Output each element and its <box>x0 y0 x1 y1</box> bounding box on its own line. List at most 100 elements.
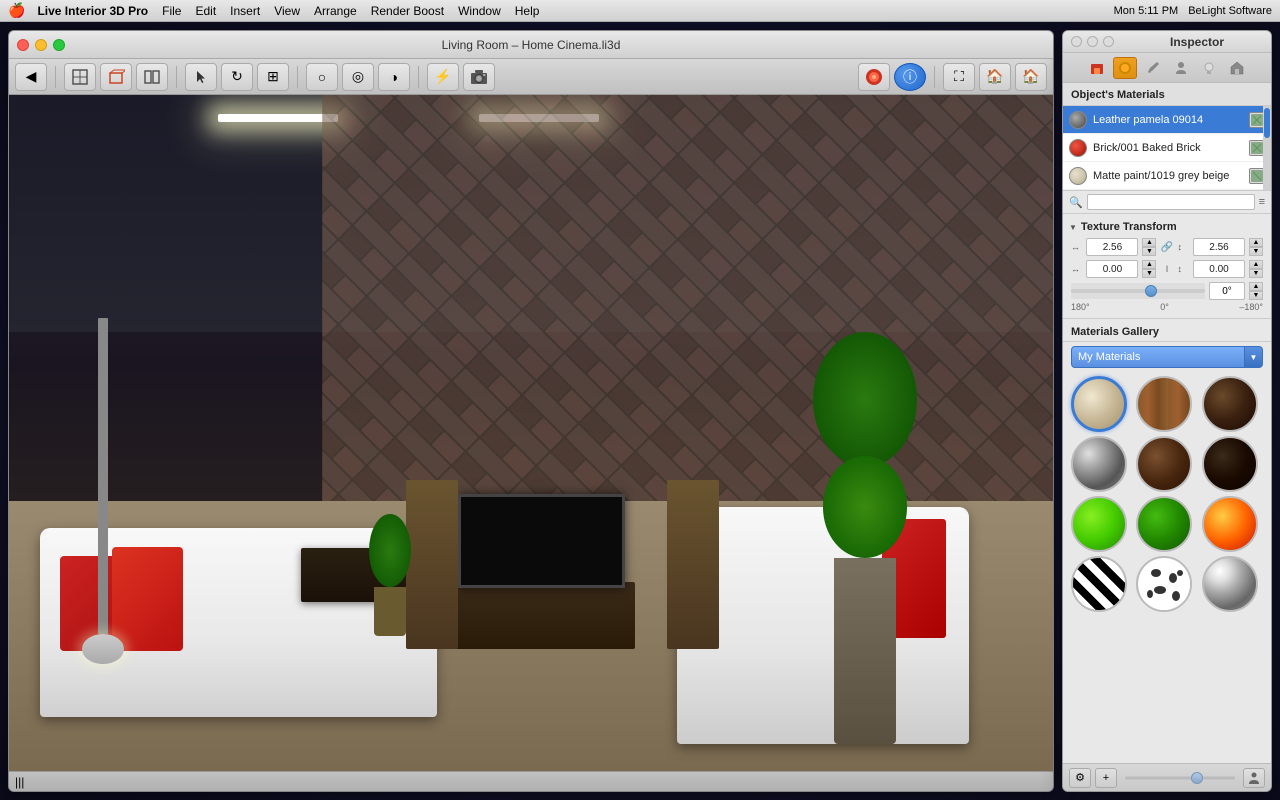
material-ball-dalmatian[interactable] <box>1136 556 1192 612</box>
material-ball-zebra[interactable] <box>1071 556 1127 612</box>
material-ball-green-dark[interactable] <box>1136 496 1192 552</box>
material-ball-wood1[interactable] <box>1136 376 1192 432</box>
oval-tool[interactable]: ◎ <box>342 63 374 91</box>
cursor-button[interactable] <box>185 63 217 91</box>
inspector-person-button[interactable] <box>1243 768 1265 788</box>
menu-edit[interactable]: Edit <box>195 4 216 18</box>
width-down[interactable]: ▼ <box>1142 247 1156 256</box>
toolbar-sep-3 <box>297 66 298 88</box>
back-button[interactable]: ◀ <box>15 63 47 91</box>
half-circle-tool[interactable]: ◑ <box>378 63 410 91</box>
menu-arrange[interactable]: Arrange <box>314 4 357 18</box>
material-ball-brown[interactable] <box>1136 436 1192 492</box>
menu-file[interactable]: File <box>162 4 181 18</box>
offset-y-input[interactable] <box>1193 260 1245 278</box>
height-up[interactable]: ▲ <box>1249 238 1263 247</box>
tab-edit[interactable] <box>1141 57 1165 79</box>
texture-transform-section: ▼ Texture Transform ↔ ▲ ▼ 🔗 ↕ ▲ <box>1063 214 1271 319</box>
materials-section-header: Object's Materials <box>1063 83 1271 106</box>
inspector-titlebar: Inspector <box>1063 31 1271 53</box>
height-stepper[interactable]: ▲ ▼ <box>1249 238 1263 256</box>
width-input[interactable] <box>1086 238 1138 256</box>
menu-app-name[interactable]: Live Interior 3D Pro <box>37 4 148 18</box>
apple-menu[interactable]: 🍎 <box>8 2 25 19</box>
maximize-button[interactable] <box>53 39 65 51</box>
offset-x-stepper[interactable]: ▲ ▼ <box>1142 260 1156 278</box>
offset-y-up[interactable]: ▲ <box>1249 260 1263 269</box>
angle-stepper[interactable]: ▲ ▼ <box>1249 282 1263 300</box>
material-ball-dark-wood[interactable] <box>1202 376 1258 432</box>
gallery-select[interactable]: My Materials <box>1071 346 1245 368</box>
material-ball-green-bright[interactable] <box>1071 496 1127 552</box>
gallery-select-arrow[interactable]: ▼ <box>1245 346 1263 368</box>
material-scrollbar[interactable] <box>1263 106 1271 190</box>
rotate-button[interactable]: ↻ <box>221 63 253 91</box>
inspector-body: Object's Materials Leather pamela 09014 <box>1063 83 1271 763</box>
offset-x-up[interactable]: ▲ <box>1142 260 1156 269</box>
inspector-title: Inspector <box>1170 35 1224 49</box>
material-ball-metal[interactable] <box>1071 436 1127 492</box>
search-input[interactable] <box>1087 194 1255 210</box>
view2d-button[interactable]: 🏠 <box>979 63 1011 91</box>
info-button[interactable]: ⓘ <box>894 63 926 91</box>
offset-x-input[interactable] <box>1086 260 1138 278</box>
inspector-close[interactable] <box>1071 36 1082 47</box>
menu-window[interactable]: Window <box>458 4 501 18</box>
fullscreen-button[interactable]: ⛶ <box>943 63 975 91</box>
tab-light[interactable] <box>1197 57 1221 79</box>
tab-room[interactable] <box>1225 57 1249 79</box>
menu-help[interactable]: Help <box>515 4 540 18</box>
material-ball-chrome[interactable] <box>1202 556 1258 612</box>
3d-view-button[interactable] <box>100 63 132 91</box>
offset-y-down[interactable]: ▼ <box>1249 269 1263 278</box>
inspector-add-button[interactable]: + <box>1095 768 1117 788</box>
material-ball-beige[interactable] <box>1071 376 1127 432</box>
gallery-dropdown: My Materials ▼ <box>1071 346 1263 368</box>
angle-input[interactable] <box>1209 282 1245 300</box>
menu-view[interactable]: View <box>274 4 300 18</box>
offset-x-down[interactable]: ▼ <box>1142 269 1156 278</box>
material-ball-dark-brown[interactable] <box>1202 436 1258 492</box>
height-down[interactable]: ▼ <box>1249 247 1263 256</box>
texture-transform-header[interactable]: ▼ Texture Transform <box>1063 218 1271 236</box>
texture-transform-title: Texture Transform <box>1081 221 1177 233</box>
material-list: Leather pamela 09014 Brick/001 Baked Bri… <box>1063 106 1271 191</box>
floor-plan-button[interactable] <box>64 63 96 91</box>
material-item-paint[interactable]: Matte paint/1019 grey beige <box>1063 162 1271 190</box>
search-menu-icon[interactable]: ≡ <box>1259 196 1265 208</box>
inspector-maximize[interactable] <box>1103 36 1114 47</box>
offset-y-icon: ↕ <box>1178 264 1189 274</box>
speaker-right <box>667 480 719 649</box>
slider-thumb[interactable] <box>1145 285 1157 297</box>
inspector-bottom-slider[interactable] <box>1125 770 1235 786</box>
tab-home[interactable] <box>1085 57 1109 79</box>
height-input[interactable] <box>1193 238 1245 256</box>
render-button[interactable] <box>858 63 890 91</box>
split-view-button[interactable] <box>136 63 168 91</box>
width-up[interactable]: ▲ <box>1142 238 1156 247</box>
angle-slider[interactable] <box>1071 283 1205 299</box>
close-button[interactable] <box>17 39 29 51</box>
perspective-button[interactable]: 🏠 <box>1015 63 1047 91</box>
inspector-minimize[interactable] <box>1087 36 1098 47</box>
inspector-gear-button[interactable]: ⚙ <box>1069 768 1091 788</box>
camera-button[interactable] <box>463 63 495 91</box>
material-item-brick[interactable]: Brick/001 Baked Brick <box>1063 134 1271 162</box>
canvas-area[interactable] <box>9 95 1053 771</box>
material-ball-fire[interactable] <box>1202 496 1258 552</box>
material-item-leather[interactable]: Leather pamela 09014 <box>1063 106 1271 134</box>
angle-down[interactable]: ▼ <box>1249 291 1263 300</box>
lightning-tool[interactable]: ⚡ <box>427 63 459 91</box>
menu-render-boost[interactable]: Render Boost <box>371 4 444 18</box>
minimize-button[interactable] <box>35 39 47 51</box>
inspector-tabs <box>1063 53 1271 83</box>
angle-up[interactable]: ▲ <box>1249 282 1263 291</box>
offset-y-stepper[interactable]: ▲ ▼ <box>1249 260 1263 278</box>
tab-person[interactable] <box>1169 57 1193 79</box>
tab-material[interactable] <box>1113 57 1137 79</box>
scale-button[interactable]: ⊞ <box>257 63 289 91</box>
window-title: Living Room – Home Cinema.li3d <box>442 38 621 52</box>
circle-tool[interactable]: ○ <box>306 63 338 91</box>
menu-insert[interactable]: Insert <box>230 4 260 18</box>
width-stepper[interactable]: ▲ ▼ <box>1142 238 1156 256</box>
